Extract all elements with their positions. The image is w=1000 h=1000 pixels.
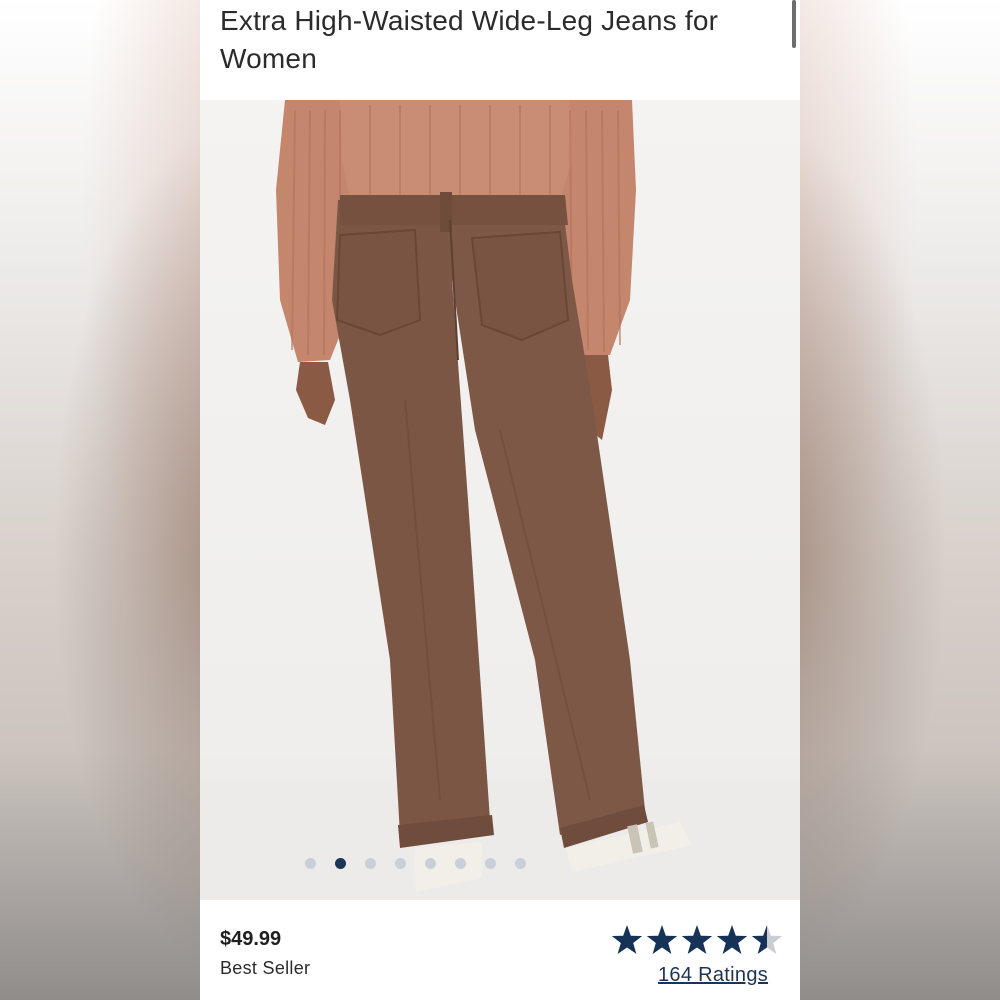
price: $49.99 <box>220 928 282 950</box>
product-image[interactable] <box>200 100 800 900</box>
product-photo <box>200 100 800 900</box>
ratings-link[interactable]: 164 Ratings <box>658 964 768 987</box>
carousel-dot[interactable] <box>484 858 496 869</box>
rating-stars[interactable] <box>610 924 785 958</box>
product-summary: $49.99 Best Seller 164 Ratings <box>200 900 800 1000</box>
star-icon <box>611 925 643 954</box>
star-icon <box>716 925 748 954</box>
carousel-dot[interactable] <box>514 858 526 869</box>
scrollbar[interactable] <box>792 0 796 48</box>
carousel-dots <box>200 858 715 870</box>
star-icon <box>681 925 713 954</box>
carousel-dot[interactable] <box>304 858 316 869</box>
carousel-dot[interactable] <box>394 858 406 869</box>
background-blur-left <box>0 0 200 1000</box>
background-blur-right <box>800 0 1000 1000</box>
star-icon <box>751 925 783 954</box>
star-icon <box>646 925 678 954</box>
carousel-dot[interactable] <box>424 858 436 869</box>
product-title: Extra High-Waisted Wide-Leg Jeans for Wo… <box>220 5 719 74</box>
best-seller-badge: Best Seller <box>220 958 311 978</box>
carousel-dot[interactable] <box>364 858 376 869</box>
header: Extra High-Waisted Wide-Leg Jeans for Wo… <box>200 0 800 100</box>
carousel-dot[interactable] <box>334 858 346 869</box>
product-page: Extra High-Waisted Wide-Leg Jeans for Wo… <box>200 0 800 1000</box>
carousel-dot[interactable] <box>454 858 466 869</box>
